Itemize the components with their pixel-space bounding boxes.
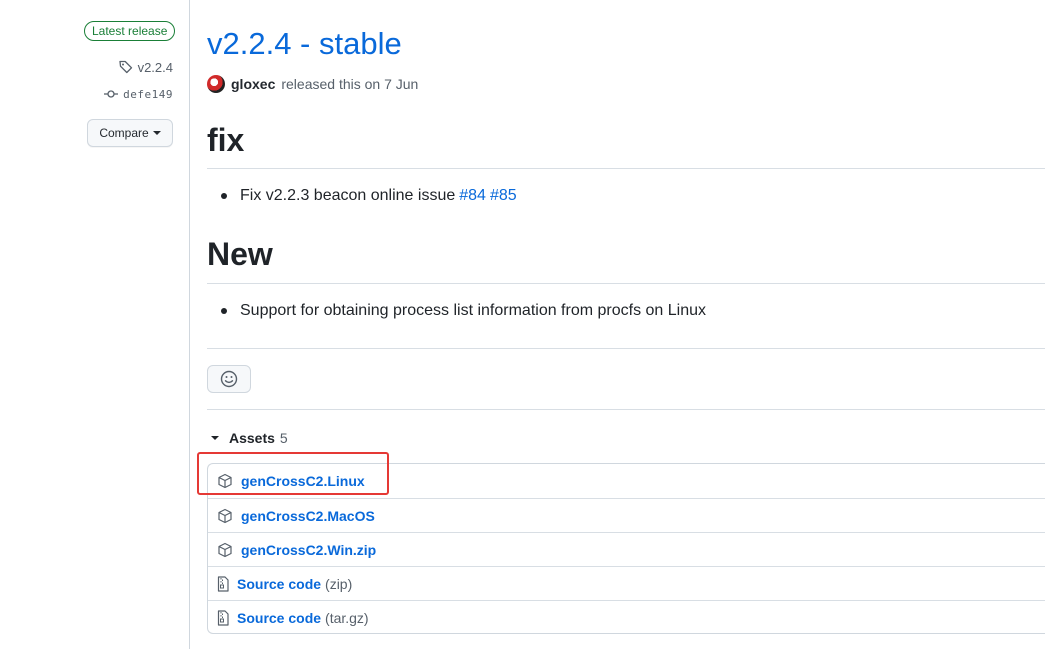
compare-button[interactable]: Compare — [87, 119, 173, 147]
assets-toggle[interactable]: Assets 5 — [211, 430, 288, 446]
smiley-icon — [220, 370, 238, 388]
source-targz-link[interactable]: Source code — [237, 610, 321, 626]
release-byline: gloxec released this on 7 Jun — [207, 75, 418, 93]
tag-label: v2.2.4 — [137, 59, 173, 75]
git-commit-icon — [104, 90, 119, 98]
tag-icon — [118, 60, 132, 74]
sidebar-divider — [189, 0, 190, 649]
file-zip-icon — [217, 575, 229, 592]
asset-row[interactable]: Source code (tar.gz) — [208, 600, 1045, 634]
tag-link[interactable]: v2.2.4 — [118, 59, 173, 75]
heading-divider — [207, 168, 1045, 169]
asset-suffix: (zip) — [325, 575, 353, 592]
asset-row[interactable]: Source code (zip) — [208, 566, 1045, 600]
asset-link[interactable]: genCrossC2.MacOS — [241, 508, 375, 524]
assets-count: 5 — [279, 430, 288, 446]
fix-heading: fix — [207, 122, 245, 158]
asset-link[interactable]: genCrossC2.Win.zip — [241, 542, 376, 558]
assets-label: Assets — [229, 430, 275, 446]
new-list-item: Support for obtaining process list infor… — [221, 302, 706, 320]
release-main: v2.2.4 - stable gloxec released this on … — [207, 0, 1045, 649]
new-item-text: Support for obtaining process list infor… — [240, 302, 707, 319]
commit-link[interactable]: defe149 — [103, 86, 173, 102]
issue-link-84[interactable]: #84 — [459, 187, 486, 205]
chevron-down-icon — [152, 131, 161, 135]
fix-item-text: Fix v2.2.3 beacon online issue — [240, 187, 456, 204]
new-heading: New — [207, 236, 273, 272]
section-divider — [207, 409, 1045, 410]
asset-suffix: (tar.gz) — [325, 609, 369, 626]
author-link[interactable]: gloxec — [231, 76, 275, 92]
issue-link-85[interactable]: #85 — [490, 187, 517, 205]
heading-divider — [207, 283, 1045, 284]
release-sidebar: Latest release v2.2.4 defe149 Compare — [0, 0, 190, 649]
avatar[interactable] — [207, 75, 225, 93]
source-zip-link[interactable]: Source code — [237, 576, 321, 592]
section-divider — [207, 348, 1045, 349]
released-text: released this on 7 Jun — [281, 76, 419, 92]
latest-release-badge: Latest release — [84, 21, 176, 41]
triangle-down-icon — [211, 436, 219, 440]
release-title[interactable]: v2.2.4 - stable — [207, 26, 402, 62]
fix-list-item: Fix v2.2.3 beacon online issue #84 #85 — [221, 187, 517, 205]
compare-label: Compare — [99, 126, 149, 140]
file-zip-icon — [217, 609, 229, 626]
package-icon — [218, 508, 232, 523]
add-reaction-button[interactable] — [207, 365, 251, 393]
commit-hash: defe149 — [123, 87, 173, 101]
highlight-box — [197, 452, 389, 495]
asset-row[interactable]: genCrossC2.MacOS — [208, 498, 1045, 532]
asset-row[interactable]: genCrossC2.Win.zip — [208, 532, 1045, 566]
package-icon — [218, 542, 232, 557]
